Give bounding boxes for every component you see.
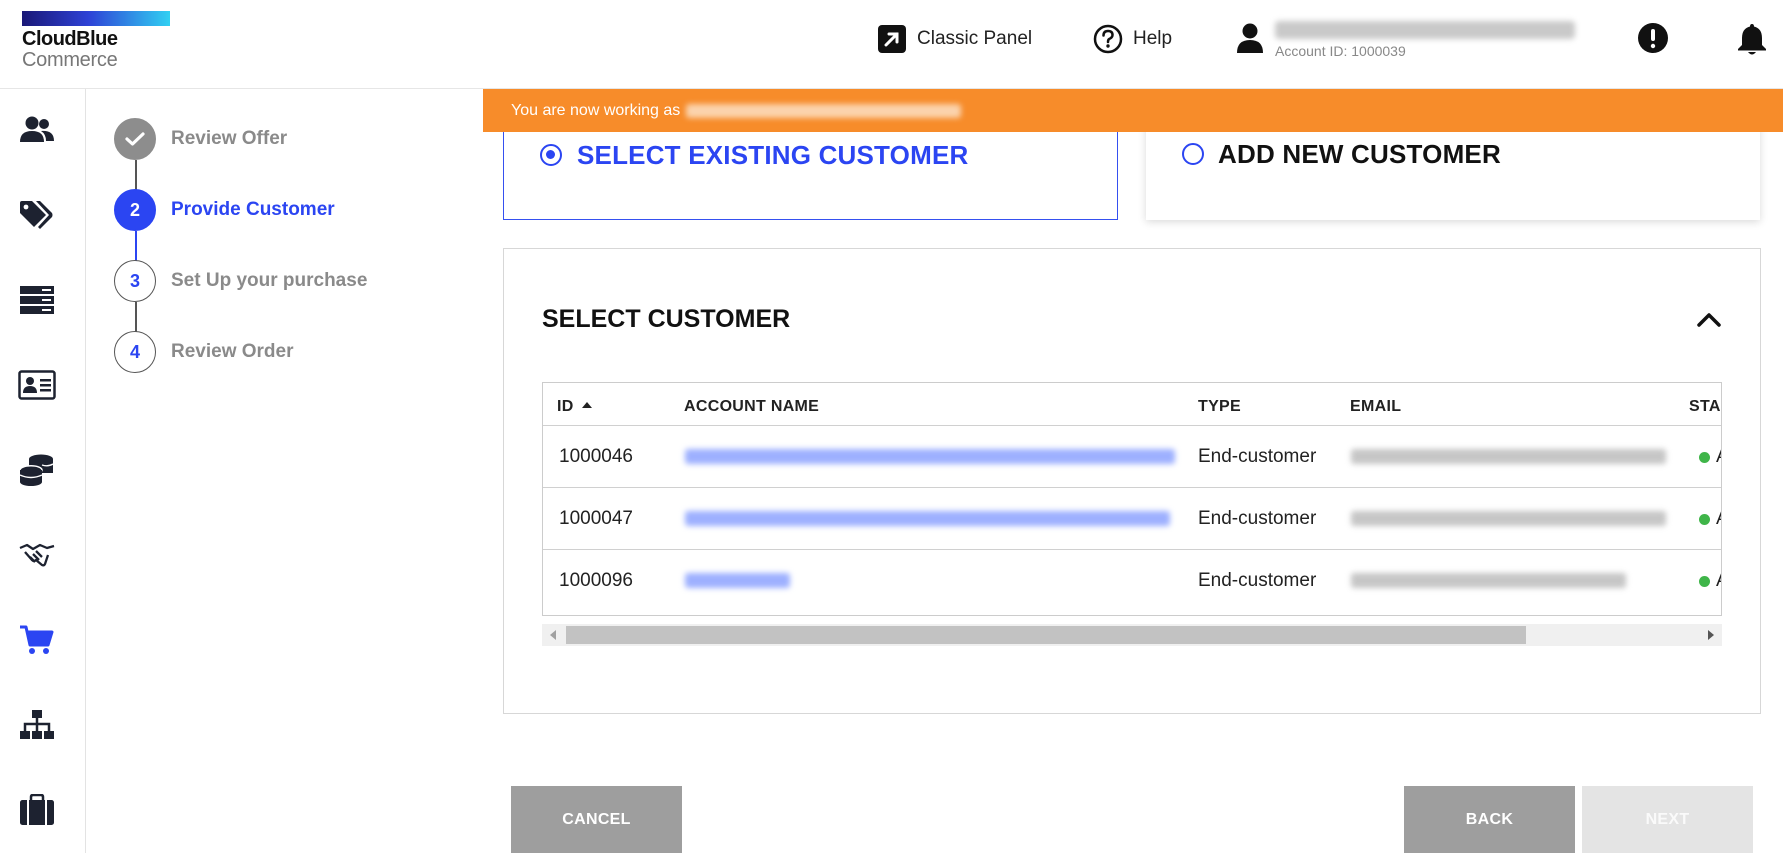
step-3-number: 3 bbox=[114, 260, 156, 302]
coins-icon[interactable] bbox=[18, 451, 56, 489]
account-name-link[interactable] bbox=[685, 573, 790, 588]
scroll-right-arrow-icon[interactable] bbox=[1704, 628, 1718, 642]
status-dot bbox=[1699, 451, 1710, 463]
back-button[interactable]: BACK bbox=[1404, 786, 1575, 853]
user-account-menu[interactable]: Account ID: 1000039 bbox=[1235, 18, 1575, 59]
select-customer-panel: SELECT CUSTOMER ID ACCOUNT NAME TYPE EMA… bbox=[503, 248, 1761, 714]
step-connector-3 bbox=[135, 302, 137, 333]
handshake-icon[interactable] bbox=[18, 536, 56, 574]
new-option-label: ADD NEW CUSTOMER bbox=[1218, 139, 1501, 169]
help-circle-icon bbox=[1093, 24, 1123, 54]
cart-icon[interactable] bbox=[18, 621, 56, 659]
status-text: A bbox=[1716, 446, 1721, 468]
account-id: Account ID: 1000039 bbox=[1275, 43, 1406, 59]
row-status: A bbox=[1699, 446, 1721, 468]
status-dot bbox=[1699, 513, 1710, 525]
user-icon bbox=[1235, 22, 1265, 56]
step-provide-customer[interactable]: 2 Provide Customer bbox=[114, 189, 335, 231]
status-text: A bbox=[1716, 570, 1721, 592]
row-type: End-customer bbox=[1198, 570, 1317, 591]
classic-panel-label: Classic Panel bbox=[917, 28, 1033, 49]
row-id: 1000096 bbox=[559, 570, 633, 591]
col-id-label: ID bbox=[557, 398, 574, 415]
banner-account-redacted bbox=[686, 103, 962, 118]
checkmark-icon bbox=[125, 132, 145, 146]
help-link[interactable]: Help bbox=[1093, 24, 1172, 54]
step-review-offer[interactable]: Review Offer bbox=[114, 118, 287, 160]
step-review-order[interactable]: 4 Review Order bbox=[114, 331, 294, 373]
cloudblue-logo[interactable]: CloudBlue Commerce bbox=[22, 11, 182, 70]
external-arrow-icon bbox=[877, 24, 907, 54]
row-type: End-customer bbox=[1198, 446, 1317, 467]
top-header: CloudBlue Commerce Classic Panel Help Ac… bbox=[0, 0, 1783, 89]
col-id-header[interactable]: ID bbox=[557, 398, 593, 416]
step-3-label: Set Up your purchase bbox=[171, 270, 368, 291]
status-dot bbox=[1699, 575, 1710, 587]
left-nav-sidebar bbox=[0, 89, 86, 853]
org-chart-icon[interactable] bbox=[18, 706, 56, 744]
row-email-redacted bbox=[1351, 573, 1626, 588]
step-1-label: Review Offer bbox=[171, 128, 288, 149]
logo-line2: Commerce bbox=[22, 49, 118, 71]
impersonation-banner: You are now working as bbox=[483, 89, 1783, 132]
table-header: ID ACCOUNT NAME TYPE EMAIL STA bbox=[543, 383, 1721, 425]
col-account-name-header[interactable]: ACCOUNT NAME bbox=[684, 398, 819, 416]
servers-icon[interactable] bbox=[18, 281, 56, 319]
existing-radio-selected[interactable] bbox=[540, 144, 562, 166]
alert-icon[interactable] bbox=[1637, 22, 1669, 59]
step-4-label: Review Order bbox=[171, 341, 294, 362]
row-status: A bbox=[1699, 570, 1721, 592]
scrollbar-thumb[interactable] bbox=[566, 626, 1526, 644]
cancel-button[interactable]: CANCEL bbox=[511, 786, 682, 853]
row-id: 1000046 bbox=[559, 446, 633, 467]
logo-line1: CloudBlue bbox=[22, 28, 118, 50]
row-email-redacted bbox=[1351, 449, 1666, 464]
contact-card-icon[interactable] bbox=[18, 366, 56, 404]
account-name-link[interactable] bbox=[685, 449, 1175, 464]
status-text: A bbox=[1716, 508, 1721, 530]
sort-asc-icon bbox=[582, 402, 593, 408]
help-label: Help bbox=[1133, 28, 1173, 49]
table-row[interactable]: 1000096 End-customer A bbox=[543, 549, 1721, 611]
scroll-left-arrow-icon[interactable] bbox=[546, 628, 560, 642]
customer-table: ID ACCOUNT NAME TYPE EMAIL STA 1000046 E… bbox=[542, 382, 1722, 616]
col-status-header[interactable]: STA bbox=[1689, 398, 1721, 416]
step-4-number: 4 bbox=[114, 331, 156, 373]
briefcase-icon[interactable] bbox=[18, 791, 56, 829]
user-info: Account ID: 1000039 bbox=[1275, 18, 1575, 59]
row-type: End-customer bbox=[1198, 508, 1317, 529]
row-status: A bbox=[1699, 508, 1721, 530]
table-row[interactable]: 1000046 End-customer A bbox=[543, 425, 1721, 487]
existing-option-label: SELECT EXISTING CUSTOMER bbox=[577, 140, 969, 170]
new-radio-unselected[interactable] bbox=[1182, 143, 1204, 165]
step-1-done bbox=[114, 118, 156, 160]
step-2-label: Provide Customer bbox=[171, 199, 335, 220]
next-button-disabled[interactable]: NEXT bbox=[1582, 786, 1753, 853]
account-name-link[interactable] bbox=[685, 511, 1170, 526]
col-email-header[interactable]: EMAIL bbox=[1350, 398, 1401, 416]
step-2-number: 2 bbox=[114, 189, 156, 231]
step-connector-1 bbox=[135, 160, 137, 191]
user-name-redacted bbox=[1275, 21, 1575, 39]
horizontal-scrollbar[interactable] bbox=[542, 624, 1722, 646]
classic-panel-link[interactable]: Classic Panel bbox=[877, 24, 1032, 54]
page: CloudBlue Commerce Classic Panel Help Ac… bbox=[0, 0, 1783, 853]
row-id: 1000047 bbox=[559, 508, 633, 529]
step-setup-purchase[interactable]: 3 Set Up your purchase bbox=[114, 260, 367, 302]
step-connector-2 bbox=[135, 231, 137, 262]
bell-icon[interactable] bbox=[1736, 22, 1768, 61]
table-row[interactable]: 1000047 End-customer A bbox=[543, 487, 1721, 549]
row-email-redacted bbox=[1351, 511, 1666, 526]
col-type-header[interactable]: TYPE bbox=[1198, 398, 1241, 416]
users-icon[interactable] bbox=[18, 111, 56, 149]
panel-title: SELECT CUSTOMER bbox=[542, 305, 791, 333]
logo-gradient-bar bbox=[22, 11, 170, 26]
banner-text: You are now working as bbox=[511, 101, 681, 119]
tags-icon[interactable] bbox=[18, 196, 56, 234]
chevron-up-icon[interactable] bbox=[1694, 307, 1724, 331]
radio-dot bbox=[546, 150, 555, 159]
